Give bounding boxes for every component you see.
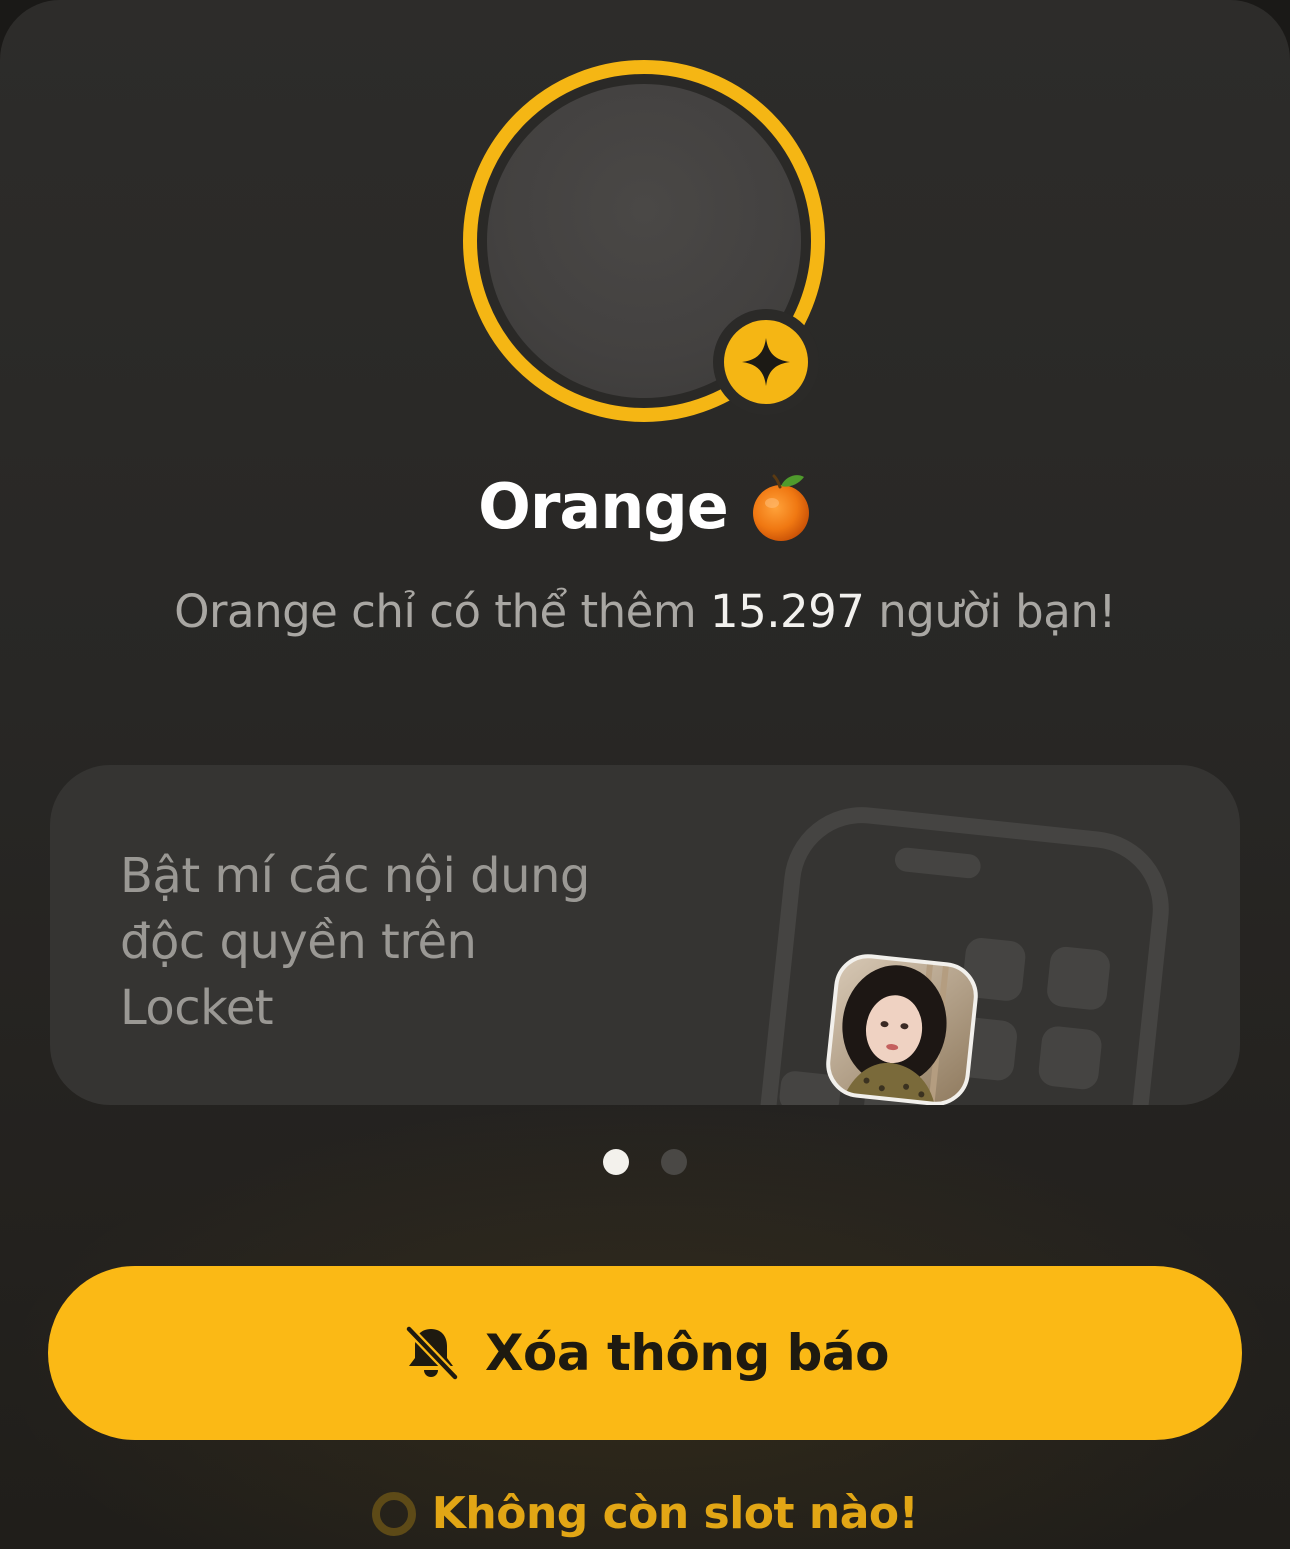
slot-status-label: Không còn slot nào!: [431, 1488, 919, 1539]
gold-badge: [713, 309, 819, 415]
page-dot-2[interactable]: [661, 1149, 687, 1175]
promo-card[interactable]: Bật mí các nội dung độc quyền trên Locke…: [50, 765, 1240, 1105]
bell-slash-icon: [404, 1324, 460, 1382]
orange-emoji-icon: [752, 474, 809, 541]
empty-ring-icon: [371, 1491, 416, 1536]
slot-status: Không còn slot nào!: [0, 1488, 1290, 1539]
friend-limit-suffix: người bạn!: [864, 585, 1116, 638]
carousel-pagination: [0, 1149, 1290, 1175]
phone-widget-illustration: [750, 807, 1169, 1105]
profile-name-row: Orange: [0, 470, 1290, 543]
widget-photo: [825, 953, 979, 1105]
profile-name: Orange: [478, 470, 729, 543]
page-dot-1[interactable]: [603, 1149, 629, 1175]
promo-card-text: Bật mí các nội dung độc quyền trên Locke…: [120, 848, 590, 1036]
sparkle-star-icon: [742, 338, 790, 386]
profile-sheet: Orange Orange chỉ có thể thêm 15.297 ngư…: [0, 0, 1290, 1549]
friend-limit-prefix: Orange chỉ có thể thêm: [174, 585, 710, 638]
friend-limit-count: 15.297: [709, 585, 865, 638]
friend-limit-text: Orange chỉ có thể thêm 15.297 người bạn!: [0, 585, 1290, 638]
clear-notifications-button[interactable]: Xóa thông báo: [48, 1266, 1242, 1440]
clear-notifications-label: Xóa thông báo: [484, 1324, 890, 1382]
